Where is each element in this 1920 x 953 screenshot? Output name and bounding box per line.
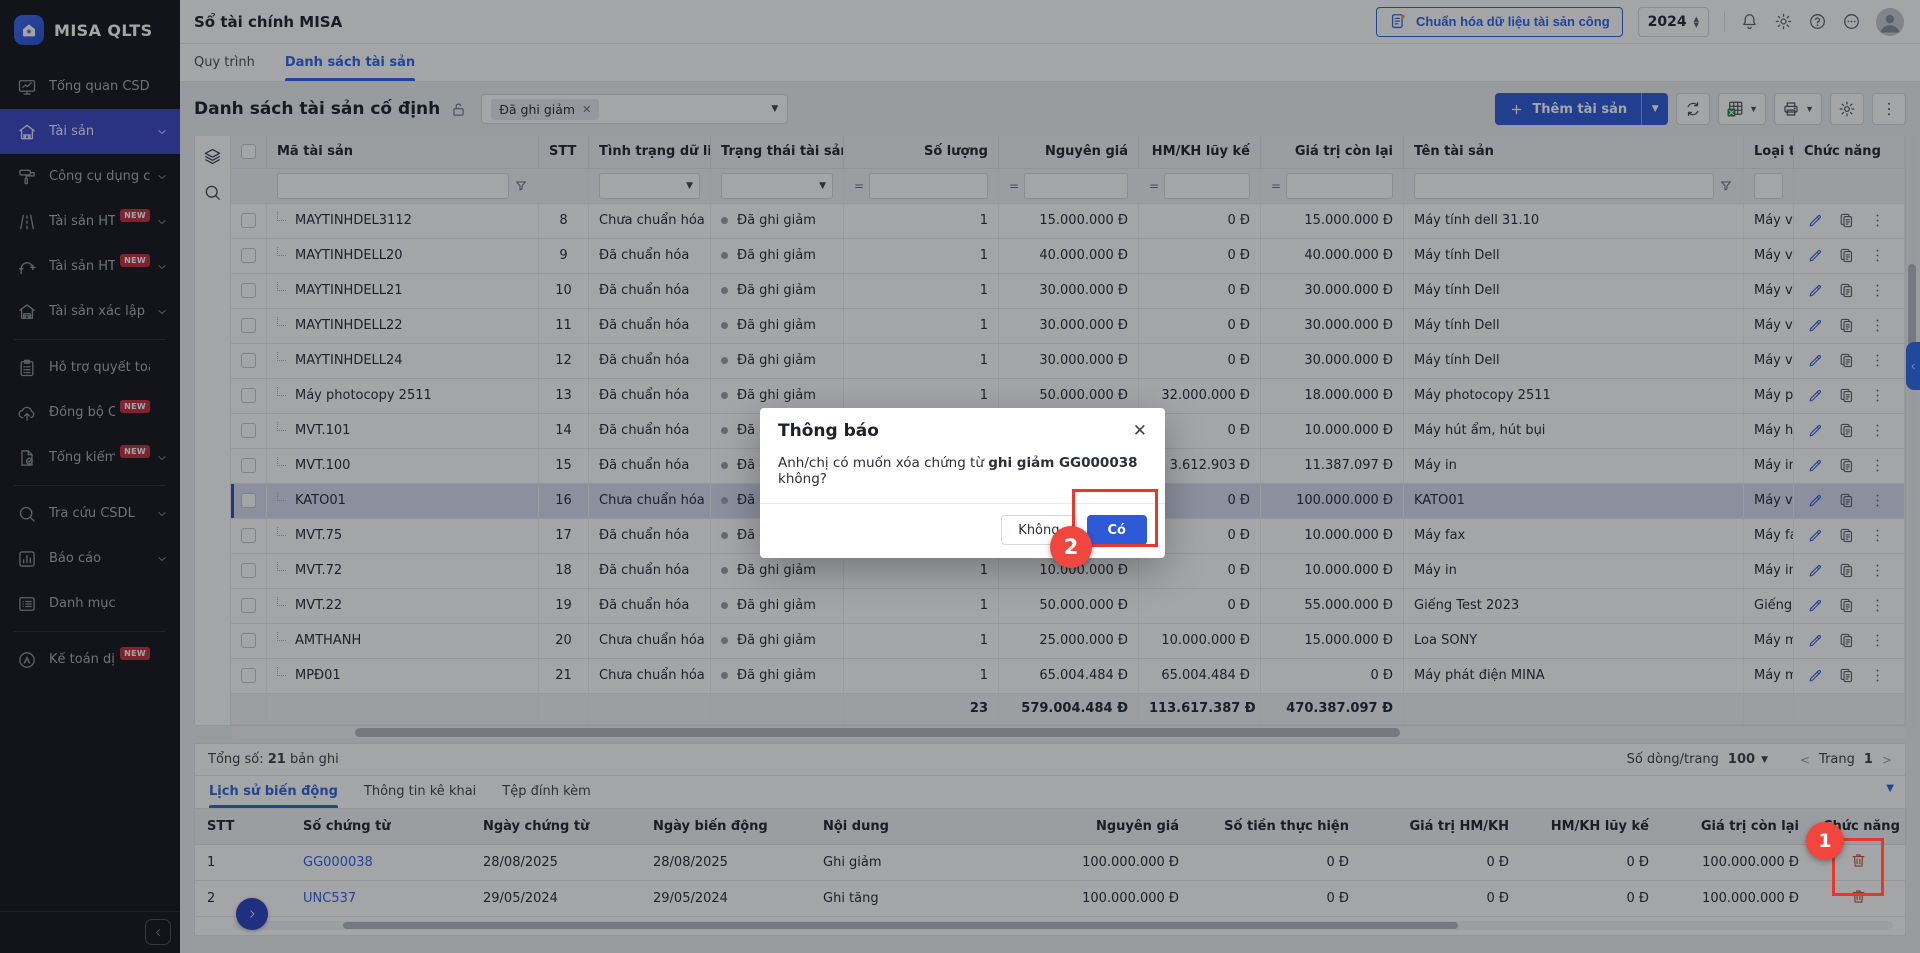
yes-button[interactable]: Có: [1087, 515, 1147, 545]
dialog-title: Thông báo: [778, 421, 879, 441]
message-document: ghi giảm GG000038: [988, 455, 1137, 471]
close-icon[interactable]: ✕: [1133, 423, 1147, 440]
message-suffix: không?: [778, 471, 827, 487]
dialog-header: Thông báo ✕: [760, 408, 1165, 446]
confirm-dialog: Thông báo ✕ Anh/chị có muốn xóa chứng từ…: [760, 408, 1165, 558]
misa-qlts-app: MISA QLTS Tổng quan CSDLTài sảnCông cụ d…: [0, 0, 1920, 953]
message-prefix: Anh/chị có muốn xóa chứng từ: [778, 455, 984, 471]
dialog-message: Anh/chị có muốn xóa chứng từ ghi giảm GG…: [760, 446, 1165, 503]
annotation-badge-2: 2: [1050, 526, 1092, 568]
annotation-badge-1: 1: [1806, 822, 1844, 860]
dialog-footer: Không Có: [760, 503, 1165, 558]
